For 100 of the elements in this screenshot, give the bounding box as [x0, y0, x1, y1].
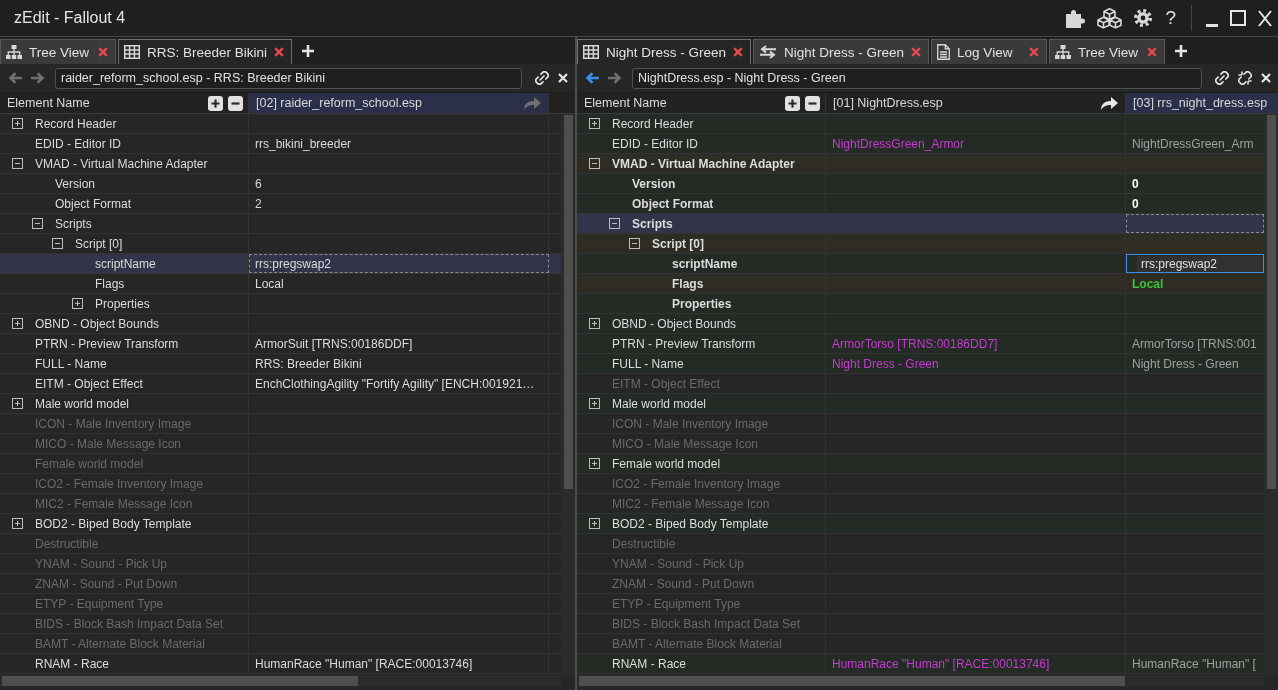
record-row[interactable]: PTRN - Preview Transform ArmorTorso [TRNS:00186DD7] ArmorTorso [TRNS:001 — [577, 334, 1264, 354]
record-row[interactable]: Male world model — [577, 394, 1264, 414]
link-icon[interactable] — [535, 71, 549, 85]
plus-square-icon[interactable] — [12, 518, 23, 529]
plus-square-icon[interactable] — [589, 458, 600, 469]
minus-square-icon[interactable] — [52, 238, 63, 249]
plus-square-icon[interactable] — [208, 95, 223, 111]
settings-icon[interactable] — [1134, 9, 1153, 27]
field-label: ICON - Male Inventory Image — [612, 416, 769, 431]
plus-square-icon[interactable] — [589, 318, 600, 329]
help-button[interactable]: ? — [1164, 7, 1177, 29]
column-header[interactable]: [02] raider_reform_school.esp — [249, 93, 549, 113]
record-row[interactable]: Flags Local — [577, 274, 1264, 294]
plus-square-icon[interactable] — [72, 298, 83, 309]
field-label: Object Format — [632, 196, 714, 211]
plus-square-icon[interactable] — [12, 398, 23, 409]
tab[interactable]: Log View — [931, 39, 1048, 64]
record-row[interactable]: FULL - Name Night Dress - Green Night Dress - Green — [577, 354, 1264, 374]
record-row[interactable]: scriptName rrs:pregswap2 — [0, 254, 561, 274]
tab[interactable]: Tree View — [0, 39, 116, 64]
forward-arrow-icon[interactable] — [31, 72, 45, 84]
vertical-scrollbar[interactable] — [561, 114, 575, 674]
share-arrow-icon[interactable] — [1101, 96, 1118, 110]
record-row[interactable]: VMAD - Virtual Machine Adapter — [0, 154, 561, 174]
field-value: ArmorTorso [TRNS:00186DD7] — [832, 336, 998, 351]
record-row[interactable]: OBND - Object Bounds — [0, 314, 561, 334]
forward-arrow-icon[interactable] — [608, 72, 622, 84]
minus-square-icon[interactable] — [629, 238, 640, 249]
field-label: MIC2 - Female Message Icon — [612, 496, 770, 511]
record-row[interactable]: OBND - Object Bounds — [577, 314, 1264, 334]
column-header[interactable]: [03] rrs_night_dress.esp — [1126, 93, 1278, 113]
plus-square-icon[interactable] — [12, 318, 23, 329]
record-row[interactable]: EDID - Editor ID rrs_bikini_breeder — [0, 134, 561, 154]
record-row[interactable]: Properties — [0, 294, 561, 314]
record-row[interactable]: FULL - Name RRS: Breeder Bikini — [0, 354, 561, 374]
maximize-icon[interactable] — [1230, 10, 1246, 26]
field-label: MICO - Male Message Icon — [35, 436, 182, 451]
plus-square-icon[interactable] — [589, 518, 600, 529]
scrollbar-thumb[interactable] — [2, 676, 359, 686]
record-row[interactable]: BOD2 - Biped Body Template — [577, 514, 1264, 534]
record-row[interactable]: EDID - Editor ID NightDressGreen_Armor NightDressGreen_Arm — [577, 134, 1264, 154]
field-label: Flags — [672, 276, 704, 291]
record-row[interactable]: BOD2 - Biped Body Template — [0, 514, 561, 534]
field-label: ICON - Male Inventory Image — [35, 416, 192, 431]
record-row[interactable]: Object Format 2 — [0, 194, 561, 214]
record-row[interactable]: Scripts — [0, 214, 561, 234]
address-field[interactable]: NightDress.esp - Night Dress - Green — [632, 67, 1202, 89]
minus-square-icon[interactable] — [12, 158, 23, 169]
back-arrow-icon[interactable] — [8, 72, 22, 84]
scrollbar-thumb[interactable] — [564, 115, 573, 489]
plus-square-icon[interactable] — [589, 118, 600, 129]
tab[interactable]: RRS: Breeder Bikini — [118, 39, 293, 64]
record-row[interactable]: Version 6 — [0, 174, 561, 194]
tab[interactable]: Night Dress - Green — [753, 39, 930, 64]
vertical-scrollbar[interactable] — [1264, 114, 1278, 674]
record-row[interactable]: Version 0 — [577, 174, 1264, 194]
focused-cell[interactable]: rrs:pregswap2 — [249, 254, 549, 273]
plus-square-icon[interactable] — [785, 95, 800, 111]
edit-field[interactable]: rrs:pregswap2 — [1126, 254, 1264, 273]
record-row[interactable]: scriptName rrs:pregswap2 — [577, 254, 1264, 274]
horizontal-scrollbar[interactable] — [0, 675, 561, 687]
back-arrow-icon[interactable] — [585, 72, 599, 84]
record-row[interactable]: Object Format 0 — [577, 194, 1264, 214]
puzzle-icon[interactable] — [1066, 8, 1086, 28]
address-field[interactable]: raider_reform_school.esp - RRS: Breeder Bikini — [55, 67, 522, 89]
plus-square-icon[interactable] — [589, 398, 600, 409]
broken-link-icon[interactable] — [1238, 71, 1252, 85]
field-value: HumanRace "Human" [RACE:00013746] — [255, 656, 473, 671]
minus-square-icon[interactable] — [589, 158, 600, 169]
record-row[interactable]: PTRN - Preview Transform ArmorSuit [TRNS:00186DDF] — [0, 334, 561, 354]
plus-icon[interactable] — [1175, 44, 1188, 57]
horizontal-scrollbar[interactable] — [577, 675, 1264, 687]
cubes-icon[interactable] — [1097, 7, 1123, 29]
scrollbar-thumb[interactable] — [1267, 115, 1276, 489]
record-row[interactable]: Flags Local — [0, 274, 561, 294]
plus-square-icon[interactable] — [12, 118, 23, 129]
record-row[interactable]: RNAM - Race HumanRace "Human" [RACE:00013746] HumanRace "Human" [ — [577, 654, 1264, 674]
record-row[interactable]: Record Header — [577, 114, 1264, 134]
record-row[interactable]: RNAM - Race HumanRace "Human" [RACE:00013746] — [0, 654, 561, 674]
minus-square-icon[interactable] — [805, 95, 820, 111]
record-row[interactable]: Female world model — [577, 454, 1264, 474]
link-icon[interactable] — [1215, 71, 1229, 85]
plus-icon[interactable] — [302, 44, 315, 57]
tab[interactable]: Night Dress - Green — [577, 39, 752, 64]
tab[interactable]: Tree View — [1049, 39, 1166, 64]
record-row[interactable]: Script [0] — [577, 234, 1264, 254]
record-row[interactable]: VMAD - Virtual Machine Adapter — [577, 154, 1264, 174]
field-label: BOD2 - Biped Body Template — [35, 516, 192, 531]
record-row[interactable]: Properties — [577, 294, 1264, 314]
minus-square-icon[interactable] — [228, 95, 243, 111]
record-row[interactable]: Record Header — [0, 114, 561, 134]
record-row[interactable]: Male world model — [0, 394, 561, 414]
focused-cell[interactable] — [1126, 214, 1264, 233]
record-row[interactable]: Scripts — [577, 214, 1264, 234]
minus-square-icon[interactable] — [32, 218, 43, 229]
minus-square-icon[interactable] — [609, 218, 620, 229]
record-row[interactable]: EITM - Object Effect EnchClothingAgility "Fortify Agility" [ENCH:001921… — [0, 374, 561, 394]
field-value: RRS: Breeder Bikini — [255, 356, 362, 371]
field-label: ZNAM - Sound - Put Down — [35, 576, 178, 591]
scrollbar-thumb[interactable] — [579, 676, 1126, 686]
